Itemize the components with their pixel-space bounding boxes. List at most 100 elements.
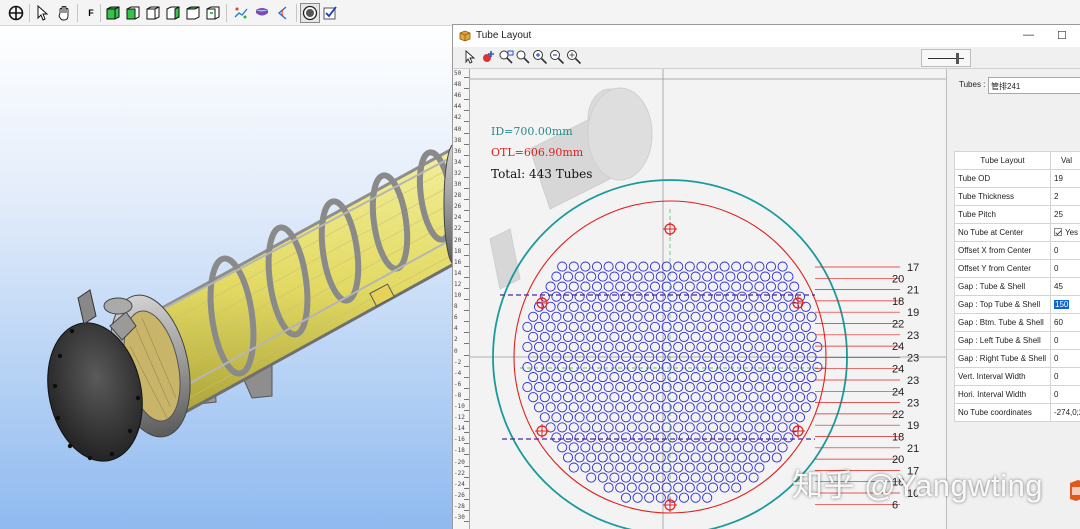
tube-circle bbox=[574, 412, 585, 423]
property-value[interactable]: 2 bbox=[1050, 187, 1080, 206]
tube-circle bbox=[586, 432, 597, 443]
orbit-icon[interactable] bbox=[6, 3, 26, 23]
ruler-tick bbox=[464, 432, 469, 434]
property-value-selected[interactable]: 150 bbox=[1054, 300, 1070, 309]
tube-circle bbox=[754, 382, 765, 393]
tube-circle bbox=[702, 271, 713, 282]
property-value[interactable]: 0 bbox=[1050, 331, 1080, 350]
tie-rod-marker bbox=[535, 424, 549, 438]
property-row[interactable]: Tube OD 19 bbox=[954, 169, 1080, 188]
property-row[interactable]: Offset X from Center 0 bbox=[954, 241, 1080, 260]
tube-circle bbox=[557, 422, 568, 433]
property-value[interactable]: 60 bbox=[1050, 313, 1080, 332]
zoom-window-icon[interactable] bbox=[498, 49, 514, 65]
tube-circle bbox=[632, 492, 643, 503]
slider-thumb[interactable] bbox=[956, 53, 959, 64]
tube-circle bbox=[626, 442, 637, 453]
property-value[interactable]: 19 bbox=[1050, 169, 1080, 188]
screen: F Tube Layout — ☐ 50 48 46 44 42 40 38 3… bbox=[0, 0, 1080, 529]
tube-circle bbox=[777, 382, 788, 393]
property-row[interactable]: Tube Thickness 2 bbox=[954, 187, 1080, 206]
tube-circle bbox=[731, 442, 742, 453]
ruler-tick-label: 20 bbox=[454, 236, 462, 244]
property-row[interactable]: Tube Pitch 25 bbox=[954, 205, 1080, 224]
tube-circle bbox=[580, 382, 591, 393]
ruler-tick-label: 34 bbox=[454, 158, 462, 166]
property-value[interactable]: 45 bbox=[1050, 277, 1080, 296]
tube-circle bbox=[644, 492, 655, 503]
property-value[interactable]: Yes bbox=[1050, 223, 1080, 242]
tube-circle bbox=[649, 281, 661, 292]
tube-circle bbox=[626, 402, 637, 413]
tube-circle bbox=[789, 341, 800, 352]
tube-circle bbox=[673, 442, 684, 453]
tube-circle bbox=[736, 291, 748, 302]
property-row[interactable]: Hori. Interval Width 0 bbox=[954, 385, 1080, 404]
maximize-button[interactable]: ☐ bbox=[1057, 29, 1067, 42]
property-row[interactable]: No Tube at Center Yes bbox=[954, 223, 1080, 242]
section-view-icon[interactable] bbox=[252, 3, 272, 23]
property-label: Gap : Top Tube & Shell bbox=[954, 295, 1051, 314]
ruler-tick-label: 6 bbox=[454, 314, 458, 322]
ruler-tick bbox=[464, 176, 469, 178]
property-row[interactable]: Offset Y from Center 0 bbox=[954, 259, 1080, 278]
explode-icon[interactable] bbox=[231, 3, 251, 23]
view-front-icon[interactable] bbox=[123, 3, 143, 23]
tube-circle bbox=[615, 362, 626, 373]
tube-circle bbox=[707, 382, 719, 393]
tube-circle bbox=[771, 452, 782, 463]
tube-circle bbox=[609, 392, 620, 403]
zoom-fit-icon[interactable] bbox=[515, 49, 531, 65]
pan-hand-icon[interactable] bbox=[54, 3, 74, 23]
zoom-slider[interactable] bbox=[921, 49, 971, 67]
view-top-icon[interactable] bbox=[183, 3, 203, 23]
tube-circle bbox=[702, 452, 713, 463]
view-left-icon[interactable] bbox=[163, 3, 183, 23]
view-right-icon[interactable] bbox=[203, 3, 223, 23]
view-back-icon[interactable] bbox=[143, 3, 163, 23]
ruler-tick bbox=[464, 210, 469, 212]
view-iso-icon[interactable] bbox=[103, 3, 123, 23]
property-value[interactable]: 0 bbox=[1050, 259, 1080, 278]
zoom-out-icon[interactable] bbox=[549, 49, 565, 65]
property-row[interactable]: Vert. Interval Width 0 bbox=[954, 367, 1080, 386]
property-row[interactable]: No Tube coordinates-274,0;27 bbox=[954, 403, 1080, 422]
title-bar[interactable]: Tube Layout — ☐ bbox=[453, 25, 1080, 47]
tube-circle bbox=[771, 432, 782, 443]
tube-circle bbox=[765, 261, 777, 272]
property-row[interactable]: Gap : Btm. Tube & Shell 60 bbox=[954, 313, 1080, 332]
check-report-icon[interactable] bbox=[320, 3, 340, 23]
fit-button[interactable]: F bbox=[81, 3, 101, 23]
property-row[interactable]: Gap : Right Tube & Shell 0 bbox=[954, 349, 1080, 368]
tube-circle bbox=[551, 291, 562, 302]
tube-circle bbox=[736, 311, 748, 322]
add-tube-icon[interactable] bbox=[480, 49, 496, 65]
property-row[interactable]: Gap : Tube & Shell 45 bbox=[954, 277, 1080, 296]
property-value[interactable]: 0 bbox=[1050, 367, 1080, 386]
property-value[interactable]: -274,0;27 bbox=[1050, 403, 1080, 422]
tube-circle bbox=[562, 271, 574, 282]
tubes-select[interactable]: 管排241 bbox=[988, 77, 1080, 94]
measure-angle-icon[interactable] bbox=[273, 3, 293, 23]
tube-circle bbox=[742, 301, 753, 312]
tube-circle bbox=[626, 281, 637, 292]
tie-rod-marker bbox=[663, 222, 677, 236]
ruler-tick-label: 48 bbox=[454, 81, 462, 89]
minimize-button[interactable]: — bbox=[1023, 29, 1034, 41]
property-row[interactable]: Gap : Left Tube & Shell 0 bbox=[954, 331, 1080, 350]
property-value[interactable]: 0 bbox=[1050, 349, 1080, 368]
property-value[interactable]: 150 bbox=[1050, 295, 1080, 314]
property-value[interactable]: 25 bbox=[1050, 205, 1080, 224]
shell-view-icon[interactable] bbox=[300, 3, 320, 23]
tube-circle bbox=[702, 372, 713, 383]
property-row[interactable]: Gap : Top Tube & Shell 150 bbox=[954, 295, 1080, 314]
zoom-in-icon[interactable] bbox=[532, 49, 548, 65]
checkbox[interactable] bbox=[1054, 227, 1062, 236]
property-value[interactable]: 0 bbox=[1050, 241, 1080, 260]
3d-viewport[interactable] bbox=[0, 26, 454, 529]
zoom-all-icon[interactable] bbox=[566, 49, 582, 65]
select-arrow-icon[interactable] bbox=[462, 49, 478, 65]
property-value[interactable]: 0 bbox=[1050, 385, 1080, 404]
select-arrow-icon[interactable] bbox=[33, 3, 53, 23]
tube-circle bbox=[667, 291, 678, 302]
